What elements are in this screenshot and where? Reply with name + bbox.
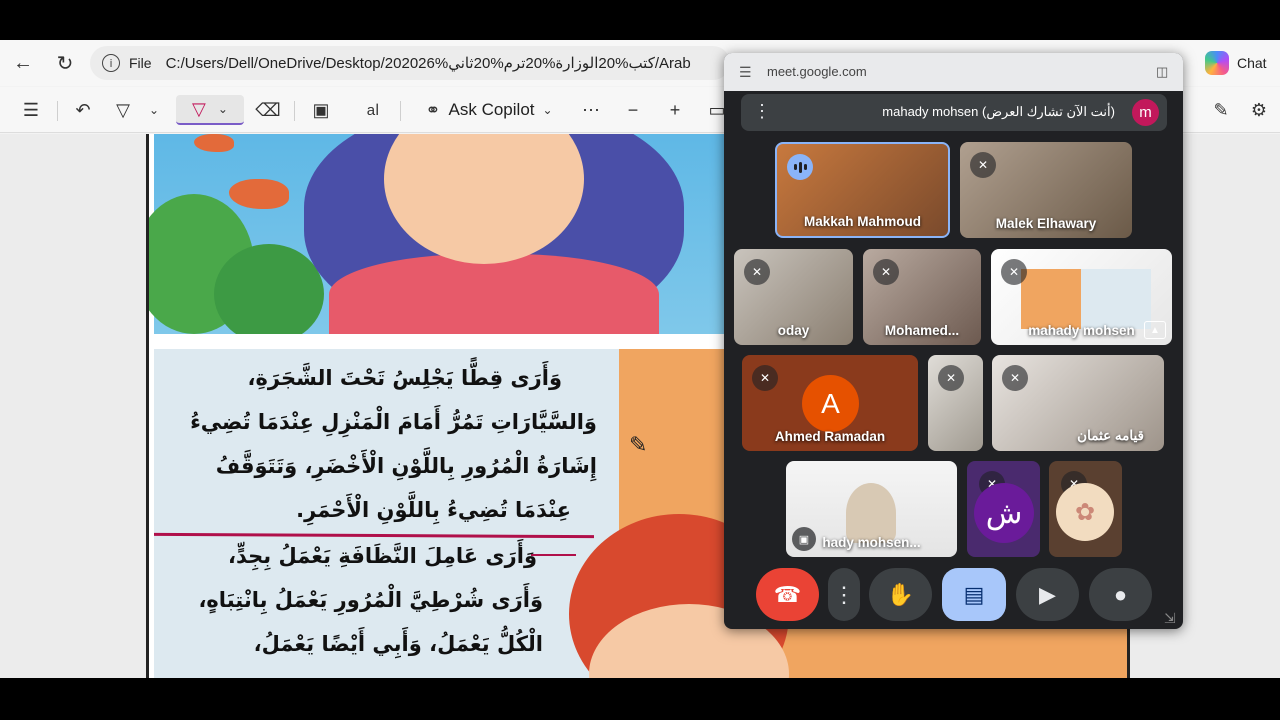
meet-header: ☰ meet.google.com ◫ <box>724 53 1183 91</box>
mic-off-icon: ✕ <box>938 365 964 391</box>
highlight-icon[interactable]: ▽ <box>108 95 138 125</box>
more-icon[interactable]: ⋯ <box>576 95 606 125</box>
avatar: A <box>802 375 859 432</box>
scheme-label: File <box>129 55 152 71</box>
copilot-icon <box>1205 51 1229 75</box>
draw-icon: ▽ <box>192 98 206 119</box>
camera-icon[interactable]: ◫ <box>1156 64 1168 80</box>
toolbar-divider <box>400 101 401 121</box>
chevron-down-icon: ⌄ <box>217 102 228 116</box>
text-line: عِنْدَمَا تُضِيءُ بِاللَّوْنِ الْأَحْمَر… <box>296 498 571 522</box>
draw-tool[interactable]: ▽ ⌄ <box>176 95 244 125</box>
ask-copilot-label: Ask Copilot <box>448 100 535 119</box>
screen: ← ↻ i File C:/Users/Dell/OneDrive/Deskto… <box>0 40 1280 678</box>
mic-off-icon: ✕ <box>873 259 899 285</box>
chat-label: Chat <box>1237 55 1267 71</box>
presenting-banner: ⋮ mahady mohsen (أنت الآن تشارك العرض) m <box>741 94 1167 131</box>
raise-hand-button[interactable]: ✋ <box>869 568 932 621</box>
present-button[interactable]: ▤ <box>942 568 1006 621</box>
annotation-arrow <box>531 554 576 556</box>
text-box-icon[interactable]: ▣ <box>306 95 336 125</box>
end-call-icon: ☎ <box>773 581 802 607</box>
participant-name: Mohamed... <box>884 323 960 338</box>
address-bar[interactable]: i File C:/Users/Dell/OneDrive/Desktop/20… <box>90 46 730 80</box>
mic-off-icon: ✕ <box>1002 365 1028 391</box>
participant-tile[interactable]: ▣ hady mohsen... <box>786 461 957 557</box>
speaking-indicator-icon <box>787 154 813 180</box>
mic-off-icon: ✕ <box>970 152 996 178</box>
leave-call-button[interactable]: ☎ <box>756 568 819 621</box>
participant-tile[interactable]: ✕ oday <box>734 249 853 345</box>
url-text[interactable]: C:/Users/Dell/OneDrive/Desktop/202026%كت… <box>166 54 691 72</box>
microphone-button[interactable]: ● <box>1089 568 1152 621</box>
participant-tile[interactable]: ✕ <box>928 355 983 451</box>
toolbar-divider <box>57 101 58 121</box>
mic-off-icon: ✕ <box>752 365 778 391</box>
page-divider <box>154 334 734 349</box>
text-line: وَالسَّيَّارَاتِ تَمُرُّ أَمَامَ الْمَنْ… <box>190 410 597 434</box>
copilot-icon: ⚭ <box>425 99 441 120</box>
ask-copilot-button[interactable]: ⚭ Ask Copilot ⌄ <box>414 95 564 125</box>
participant-tile[interactable]: ✕ ش <box>967 461 1040 557</box>
info-icon[interactable]: i <box>102 54 120 72</box>
meet-url: meet.google.com <box>767 64 867 79</box>
illustration-girl <box>149 134 734 344</box>
participant-name: Malek Elhawary <box>995 216 1097 231</box>
avatar: ✿ <box>1056 483 1114 541</box>
save-icon[interactable]: ✎ <box>1206 95 1236 125</box>
participant-tile[interactable]: ✕ قيامه عثمان <box>992 355 1164 451</box>
participant-tile[interactable]: ✕ ✿ <box>1049 461 1122 557</box>
back-icon[interactable]: ← <box>8 48 38 78</box>
participant-name: Makkah Mahmoud <box>803 214 922 229</box>
text-line: وَأَرَى عَامِلَ النَّظَافَةِ يَعْمَلُ بِ… <box>228 544 537 568</box>
pencil-cursor-icon: ✎ <box>629 432 648 457</box>
avatar: ش <box>974 483 1034 543</box>
present-screen-icon: ▤ <box>963 581 985 607</box>
toolbar-divider <box>294 101 295 121</box>
video-camera-icon: ▶ <box>1039 581 1056 607</box>
text-line: وَأَرَى شُرْطِيَّ الْمُرُورِ يَعْمَلُ بِ… <box>198 588 543 612</box>
text-line: وَأَرَى قِطًّا يَجْلِسُ تَحْتَ الشَّجَرَ… <box>247 366 562 390</box>
participant-tile[interactable]: ✕ Malek Elhawary <box>960 142 1132 238</box>
zoom-out-icon[interactable]: − <box>618 95 648 125</box>
contents-icon[interactable]: ☰ <box>16 95 46 125</box>
settings-icon[interactable]: ⚙ <box>1244 95 1274 125</box>
avatar: m <box>1132 99 1159 126</box>
zoom-in-icon[interactable]: + <box>660 95 690 125</box>
more-options-icon[interactable]: ⋮ <box>753 101 771 122</box>
read-aloud-icon[interactable]: aا <box>358 95 388 125</box>
mic-off-icon: ✕ <box>744 259 770 285</box>
resize-handle-icon[interactable]: ⇲ <box>1164 610 1176 627</box>
participant-name: Ahmed Ramadan <box>774 429 886 444</box>
chat-button[interactable]: Chat <box>1205 48 1280 78</box>
participant-name: قيامه عثمان <box>1077 428 1144 443</box>
text-line: إِشَارَةُ الْمُرُورِ بِاللَّوْنِ الْأَخْ… <box>215 454 597 478</box>
hand-icon: ✋ <box>886 581 915 607</box>
undo-icon[interactable]: ↶ <box>68 95 98 125</box>
participant-tile[interactable]: ✕ A Ahmed Ramadan <box>742 355 918 451</box>
more-options-button[interactable]: ⋮ <box>828 568 860 621</box>
site-settings-icon[interactable]: ☰ <box>739 64 752 81</box>
presentation-icon[interactable]: ▲ <box>1144 321 1166 339</box>
reload-icon[interactable]: ↻ <box>50 48 80 78</box>
text-line: الْكُلُّ يَعْمَلُ، وَأَبِي أَيْضًا يَعْم… <box>253 632 543 656</box>
eraser-icon[interactable]: ⌫ <box>253 95 283 125</box>
microphone-icon: ● <box>1113 581 1128 607</box>
more-vert-icon: ⋮ <box>833 581 855 607</box>
meet-panel: ☰ meet.google.com ◫ ⋮ mahady mohsen (أنت… <box>724 53 1183 629</box>
participant-name: oday <box>777 323 810 338</box>
mic-off-icon: ✕ <box>1001 259 1027 285</box>
presenting-text: mahady mohsen (أنت الآن تشارك العرض) <box>882 104 1115 119</box>
participant-tile[interactable]: Makkah Mahmoud <box>775 142 950 238</box>
participant-name: hady mohsen... <box>822 535 921 550</box>
camera-button[interactable]: ▶ <box>1016 568 1079 621</box>
chevron-down-icon: ⌄ <box>542 103 553 117</box>
participant-tile[interactable]: ✕ mahady mohsen ▲ <box>991 249 1172 345</box>
participant-tile[interactable]: ✕ Mohamed... <box>863 249 981 345</box>
highlight-dropdown-icon[interactable]: ⌄ <box>142 95 166 125</box>
